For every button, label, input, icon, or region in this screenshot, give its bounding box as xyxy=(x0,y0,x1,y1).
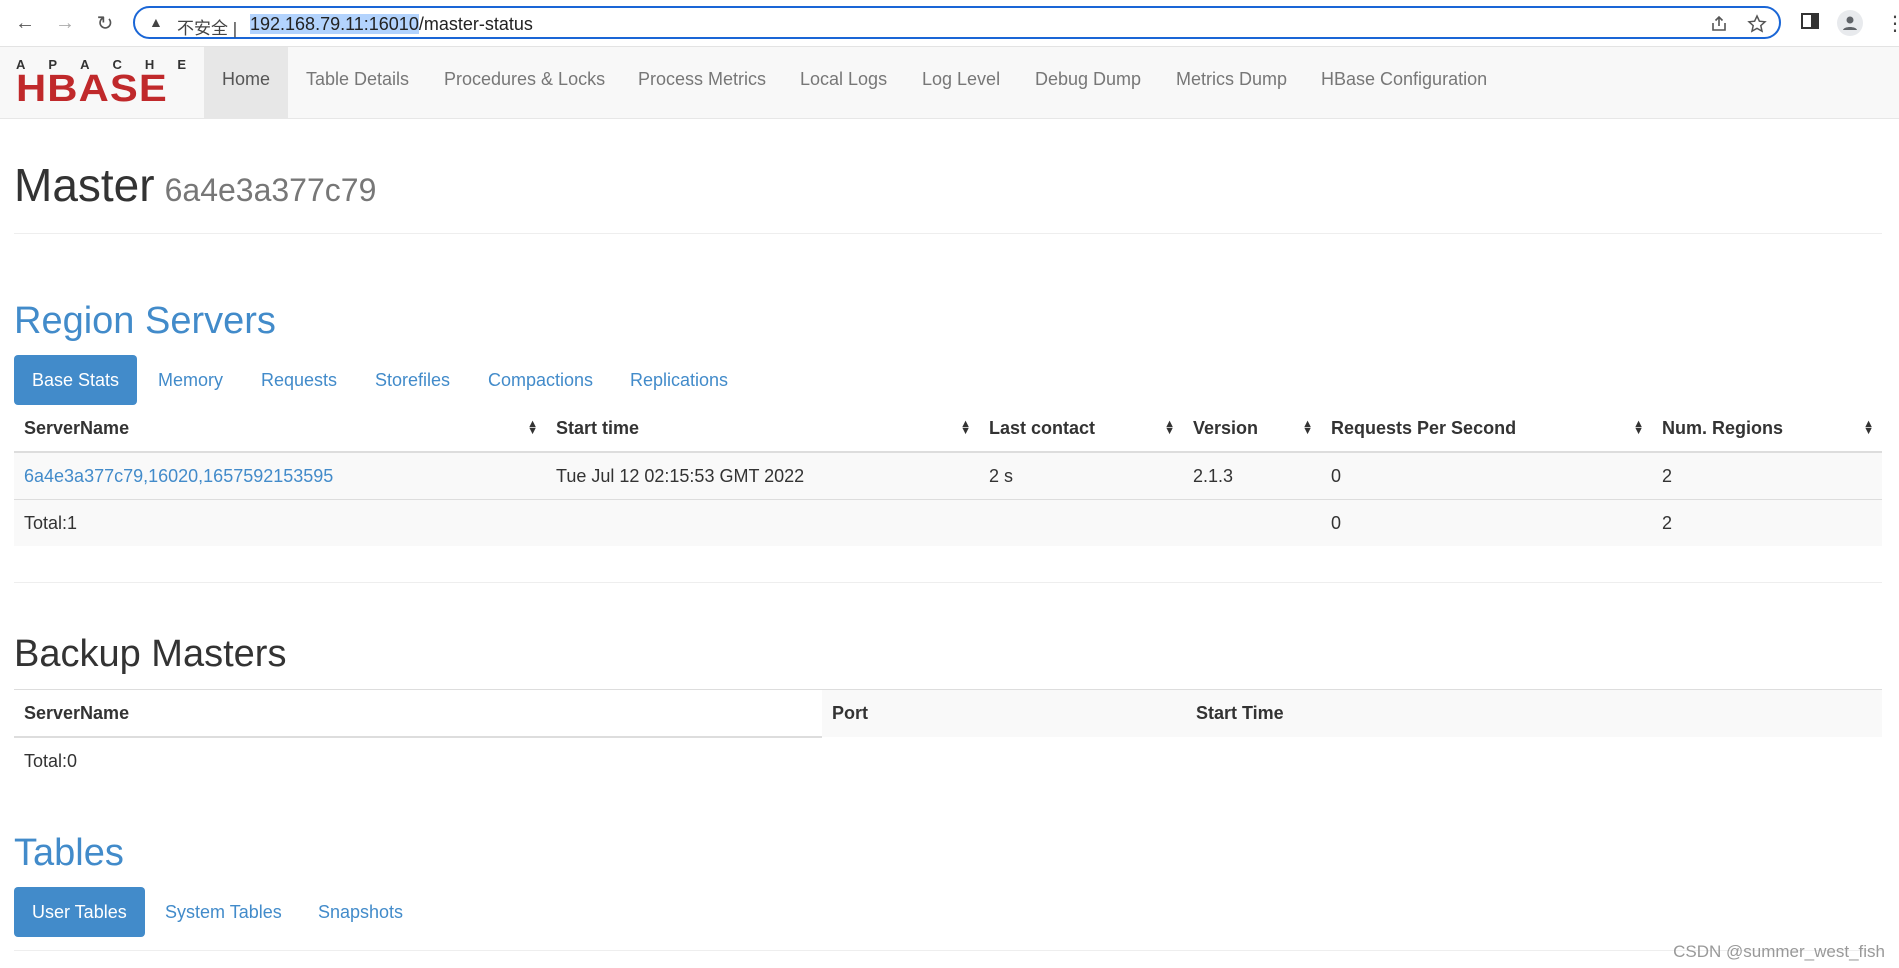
menu-dots-icon[interactable]: ⋮ xyxy=(1885,11,1899,36)
sidepanel-icon[interactable] xyxy=(1800,11,1820,36)
tab-replications[interactable]: Replications xyxy=(630,355,728,405)
page-title: Master 6a4e3a377c79 xyxy=(14,158,376,212)
col-last-contact[interactable]: Last contact ▲ ▼ xyxy=(979,405,1183,453)
tab-system-tables[interactable]: System Tables xyxy=(165,887,282,937)
col-servername[interactable]: ServerName ▲ ▼ xyxy=(14,405,546,453)
insecure-label[interactable]: 不安全 | xyxy=(177,14,237,39)
region-servers-table: ServerName ▲ ▼ Start time ▲ ▼ Last contact ▲ ▼… xyxy=(14,405,1882,546)
forward-icon[interactable]: → xyxy=(52,10,78,36)
nav-log-level[interactable]: Log Level xyxy=(922,47,1000,118)
tab-memory[interactable]: Memory xyxy=(158,355,223,405)
sort-icon: ▲ ▼ xyxy=(1164,418,1175,437)
cell-rps: 0 xyxy=(1321,451,1652,500)
address-bar[interactable]: ▲ 不安全 | 192.168.79.11:16010/master-statu… xyxy=(133,6,1781,39)
master-host: 6a4e3a377c79 xyxy=(164,172,377,208)
sort-icon: ▲ ▼ xyxy=(1633,418,1644,437)
nav-debug-dump[interactable]: Debug Dump xyxy=(1035,47,1141,118)
watermark: CSDN @summer_west_fish xyxy=(1673,942,1885,961)
sort-icon: ▲ ▼ xyxy=(1863,418,1874,437)
tab-snapshots[interactable]: Snapshots xyxy=(318,887,403,937)
url-text[interactable]: 192.168.79.11:16010/master-status xyxy=(250,14,533,35)
total-label: Total:1 xyxy=(14,499,546,546)
empty-cell xyxy=(822,737,1186,784)
divider xyxy=(14,582,1882,583)
master-title: Master xyxy=(14,159,155,211)
sort-icon: ▲ ▼ xyxy=(1302,418,1313,437)
nav-hbase-configuration[interactable]: HBase Configuration xyxy=(1321,47,1487,118)
table-row: 6a4e3a377c79,16020,1657592153595 Tue Jul… xyxy=(14,451,1882,500)
col-port: Port xyxy=(822,689,1186,737)
empty-cell xyxy=(979,499,1183,546)
empty-cell xyxy=(546,499,979,546)
column-label: Requests Per Second xyxy=(1331,417,1517,438)
profile-avatar-icon[interactable] xyxy=(1837,10,1863,36)
server-link[interactable]: 6a4e3a377c79,16020,1657592153595 xyxy=(24,466,333,486)
tab-user-tables[interactable]: User Tables xyxy=(14,887,145,937)
col-version[interactable]: Version ▲ ▼ xyxy=(1183,405,1321,453)
column-label: ServerName xyxy=(24,417,130,438)
col-servername: ServerName xyxy=(14,689,822,738)
sort-icon: ▲ ▼ xyxy=(960,418,971,437)
column-label: Start time xyxy=(556,417,640,438)
col-start-time: Start Time xyxy=(1186,689,1882,737)
tab-base-stats[interactable]: Base Stats xyxy=(14,355,138,405)
warning-icon: ▲ xyxy=(149,14,163,30)
hbase-navbar: A P A C H E HBASE Home Table Details Pro… xyxy=(0,47,1899,119)
cell-version: 2.1.3 xyxy=(1183,451,1321,500)
reload-icon[interactable]: ↻ xyxy=(92,10,118,36)
cell-servername[interactable]: 6a4e3a377c79,16020,1657592153595 xyxy=(14,451,546,500)
divider xyxy=(14,233,1882,234)
total-regions: 2 xyxy=(1652,499,1882,546)
nav-metrics-dump[interactable]: Metrics Dump xyxy=(1176,47,1287,118)
nav-table-details[interactable]: Table Details xyxy=(306,47,409,118)
total-row: Total:0 xyxy=(14,737,1882,784)
nav-local-logs[interactable]: Local Logs xyxy=(800,47,887,118)
backup-masters-table: ServerName Port Start Time Total:0 xyxy=(14,689,1882,784)
total-label: Total:0 xyxy=(24,750,78,771)
tab-storefiles[interactable]: Storefiles xyxy=(375,355,450,405)
sort-icon: ▲ ▼ xyxy=(527,418,538,437)
logo-hbase: HBASE xyxy=(16,68,168,110)
backup-masters-heading: Backup Masters xyxy=(14,633,287,675)
empty-cell xyxy=(1186,737,1882,784)
total-row: Total:1 0 2 xyxy=(14,499,1882,546)
table-header-row: ServerName Port Start Time xyxy=(14,689,1882,738)
col-requests-per-second[interactable]: Requests Per Second ▲ ▼ xyxy=(1321,405,1652,453)
cell-start-time: Tue Jul 12 02:15:53 GMT 2022 xyxy=(546,451,979,500)
total-rps: 0 xyxy=(1321,499,1652,546)
browser-toolbar: ← → ↻ ▲ 不安全 | 192.168.79.11:16010/master… xyxy=(0,0,1899,47)
column-label: Num. Regions xyxy=(1662,417,1784,438)
tab-requests[interactable]: Requests xyxy=(261,355,337,405)
share-icon[interactable] xyxy=(1709,14,1729,39)
url-path: /master-status xyxy=(418,14,533,34)
empty-cell xyxy=(1183,499,1321,546)
back-icon[interactable]: ← xyxy=(12,10,38,36)
cell-last-contact: 2 s xyxy=(979,451,1183,500)
tables-heading[interactable]: Tables xyxy=(14,832,124,875)
col-start-time[interactable]: Start time ▲ ▼ xyxy=(546,405,979,453)
hbase-logo[interactable]: A P A C H E HBASE xyxy=(16,57,186,109)
bookmark-star-icon[interactable] xyxy=(1747,14,1767,39)
cell-num-regions: 2 xyxy=(1652,451,1882,500)
nav-procedures-locks[interactable]: Procedures & Locks xyxy=(444,47,605,118)
column-label: Last contact xyxy=(989,417,1096,438)
logo-letter: E xyxy=(177,57,186,72)
nav-home[interactable]: Home xyxy=(204,47,289,118)
url-host: 192.168.79.11:16010 xyxy=(250,14,419,34)
region-servers-heading[interactable]: Region Servers xyxy=(14,300,276,343)
tab-compactions[interactable]: Compactions xyxy=(488,355,593,405)
nav-process-metrics[interactable]: Process Metrics xyxy=(638,47,766,118)
column-label: Version xyxy=(1193,417,1259,438)
col-num-regions[interactable]: Num. Regions ▲ ▼ xyxy=(1652,405,1882,453)
table-header-row: ServerName ▲ ▼ Start time ▲ ▼ Last contact ▲ ▼… xyxy=(14,405,1882,453)
divider xyxy=(14,950,1882,951)
